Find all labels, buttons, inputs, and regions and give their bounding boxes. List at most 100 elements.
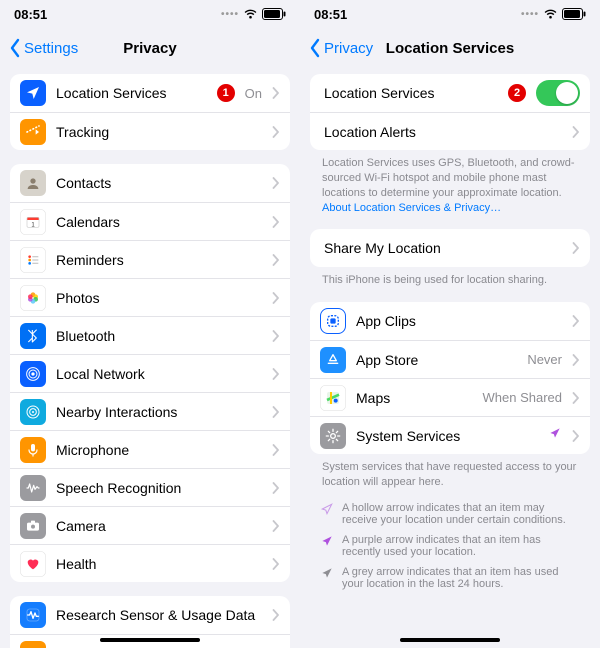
- settings-row[interactable]: App Store Never: [310, 340, 590, 378]
- back-button[interactable]: Privacy: [308, 38, 373, 58]
- bluetooth-icon: [20, 323, 46, 349]
- settings-row[interactable]: Share My Location: [310, 229, 590, 267]
- row-label: Health: [56, 556, 262, 572]
- legend-text: A grey arrow indicates that an item has …: [342, 566, 580, 590]
- row-label: Local Network: [56, 366, 262, 382]
- chevron-left-icon: [308, 38, 322, 58]
- row-detail: Never: [527, 352, 562, 367]
- chevron-left-icon: [8, 38, 22, 58]
- back-label: Privacy: [324, 40, 373, 57]
- battery-icon: [262, 8, 286, 20]
- footer-share: This iPhone is being used for location s…: [310, 267, 590, 288]
- row-label: Location Alerts: [324, 124, 562, 140]
- privacy-screen: 08:51 •••• Settings Privacy Location Ser…: [0, 0, 300, 648]
- legend-arrow-icon: [320, 502, 334, 519]
- home-indicator[interactable]: [400, 638, 500, 642]
- svg-text:1: 1: [31, 222, 35, 228]
- wifi-icon: [543, 9, 558, 20]
- settings-row[interactable]: 1 Calendars: [10, 202, 290, 240]
- chevron-right-icon: [272, 444, 280, 456]
- row-label: Nearby Interactions: [56, 404, 262, 420]
- settings-row[interactable]: Location Services2: [310, 74, 590, 112]
- row-label: Photos: [56, 290, 262, 306]
- battery-icon: [562, 8, 586, 20]
- footer-text: Location Services uses GPS, Bluetooth, a…: [322, 157, 575, 199]
- chevron-right-icon: [272, 216, 280, 228]
- settings-row[interactable]: Location Services1On: [10, 74, 290, 112]
- microphone-icon: [20, 437, 46, 463]
- row-label: Calendars: [56, 214, 262, 230]
- chevron-right-icon: [572, 242, 580, 254]
- settings-row[interactable]: Microphone: [10, 430, 290, 468]
- settings-row[interactable]: Camera: [10, 506, 290, 544]
- row-label: Speech Recognition: [56, 480, 262, 496]
- step-badge: 2: [508, 84, 526, 102]
- status-time: 08:51: [14, 7, 47, 22]
- row-label: Bluetooth: [56, 328, 262, 344]
- back-label: Settings: [24, 40, 78, 57]
- chevron-right-icon: [272, 330, 280, 342]
- chevron-right-icon: [572, 315, 580, 327]
- chevron-right-icon: [272, 406, 280, 418]
- settings-row[interactable]: Maps When Shared: [310, 378, 590, 416]
- toggle-switch[interactable]: [536, 80, 580, 106]
- legend-arrow-icon: [320, 534, 334, 551]
- row-detail: When Shared: [483, 390, 563, 405]
- status-time: 08:51: [314, 7, 347, 22]
- chevron-right-icon: [572, 392, 580, 404]
- settings-row[interactable]: Reminders: [10, 240, 290, 278]
- row-label: Microphone: [56, 442, 262, 458]
- group-data: Contacts 1 Calendars Reminders Photos Bluetoo…: [10, 164, 290, 582]
- settings-row[interactable]: Research Sensor & Usage Data: [10, 596, 290, 634]
- settings-row[interactable]: Speech Recognition: [10, 468, 290, 506]
- row-label: Maps: [356, 390, 473, 406]
- home-indicator[interactable]: [100, 638, 200, 642]
- signal-dots: ••••: [221, 9, 239, 20]
- group-top: Location Services1OnTracking: [10, 74, 290, 150]
- row-label: Share My Location: [324, 240, 562, 256]
- settings-row[interactable]: Contacts: [10, 164, 290, 202]
- settings-row[interactable]: App Clips: [310, 302, 590, 340]
- chevron-right-icon: [272, 87, 280, 99]
- status-right: ••••: [221, 8, 286, 20]
- settings-row[interactable]: Tracking: [10, 112, 290, 150]
- nav-bar: Settings Privacy: [0, 28, 300, 68]
- chevron-right-icon: [272, 368, 280, 380]
- about-link[interactable]: About Location Services & Privacy…: [322, 202, 501, 214]
- footer-system: System services that have requested acce…: [310, 454, 590, 490]
- chevron-right-icon: [572, 126, 580, 138]
- health-icon: [20, 551, 46, 577]
- content[interactable]: Location Services1OnTracking Contacts 1 Ca…: [0, 68, 300, 648]
- nav-bar: Privacy Location Services: [300, 28, 600, 68]
- contacts-icon: [20, 170, 46, 196]
- research-icon: [20, 602, 46, 628]
- chevron-right-icon: [272, 558, 280, 570]
- settings-row[interactable]: Photos: [10, 278, 290, 316]
- settings-row[interactable]: Location Alerts: [310, 112, 590, 150]
- legend-row: A purple arrow indicates that an item ha…: [320, 530, 580, 562]
- row-detail: On: [245, 86, 262, 101]
- location-icon: [20, 80, 46, 106]
- photos-icon: [20, 285, 46, 311]
- settings-row[interactable]: Nearby Interactions: [10, 392, 290, 430]
- row-label: Contacts: [56, 175, 262, 191]
- settings-row[interactable]: Local Network: [10, 354, 290, 392]
- chevron-right-icon: [272, 292, 280, 304]
- settings-row[interactable]: System Services: [310, 416, 590, 454]
- chevron-right-icon: [272, 126, 280, 138]
- back-button[interactable]: Settings: [8, 38, 78, 58]
- content[interactable]: Location Services2 Location Alerts Locati…: [300, 68, 600, 648]
- appclips-icon: [320, 308, 346, 334]
- row-label: App Store: [356, 352, 517, 368]
- row-label: Location Services: [56, 85, 203, 101]
- chevron-right-icon: [572, 354, 580, 366]
- chevron-right-icon: [572, 430, 580, 442]
- chevron-right-icon: [272, 609, 280, 621]
- settings-row[interactable]: Health: [10, 544, 290, 582]
- signal-dots: ••••: [521, 9, 539, 20]
- chevron-right-icon: [272, 177, 280, 189]
- homekit-icon: [20, 641, 46, 648]
- settings-row[interactable]: Bluetooth: [10, 316, 290, 354]
- chevron-right-icon: [272, 254, 280, 266]
- legend: A hollow arrow indicates that an item ma…: [310, 490, 590, 594]
